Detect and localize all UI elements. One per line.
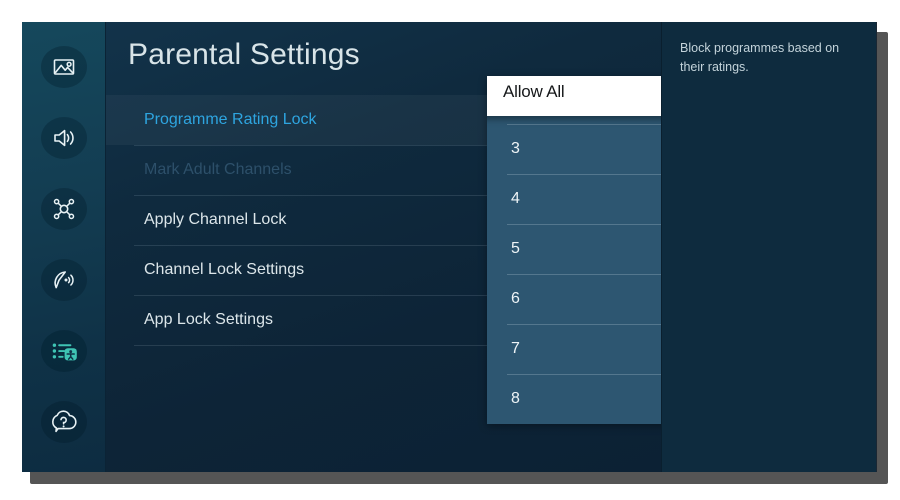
dropdown-selected-label: Allow All (503, 82, 565, 101)
sidebar-item-picture[interactable] (40, 46, 87, 88)
dropdown-option[interactable]: 5 (487, 224, 661, 274)
dropdown-option[interactable]: 7 (487, 324, 661, 374)
menu-item-label: App Lock Settings (144, 311, 273, 328)
dropdown-option-label: 3 (511, 140, 520, 157)
description-text: Block programmes based on their ratings. (680, 41, 840, 74)
dropdown-option-label: 7 (511, 340, 520, 357)
sound-icon (51, 125, 77, 151)
dropdown-option-label: 5 (511, 240, 520, 257)
connection-icon (51, 196, 77, 222)
support-icon (50, 409, 77, 435)
page-title: Parental Settings (128, 38, 360, 71)
broadcasting-icon (51, 267, 77, 293)
dropdown-option[interactable]: 6 (487, 274, 661, 324)
dropdown-selected-option[interactable]: Allow All (487, 76, 661, 116)
dropdown-option-label: 4 (511, 190, 520, 207)
picture-icon (51, 54, 77, 80)
dropdown-option[interactable]: 3 (487, 124, 661, 174)
sidebar-item-support[interactable] (40, 401, 87, 443)
dropdown-option-label: 6 (511, 290, 520, 307)
menu-item-label: Channel Lock Settings (144, 261, 305, 278)
menu-item-label: Apply Channel Lock (144, 211, 287, 228)
dropdown-option-list: 3 4 5 6 7 8 (487, 98, 661, 424)
dropdown-option[interactable]: 4 (487, 174, 661, 224)
sidebar-item-sound[interactable] (40, 117, 87, 159)
sidebar-item-general-privacy[interactable] (40, 330, 87, 372)
general-privacy-icon (50, 338, 78, 364)
menu-item-label: Mark Adult Channels (144, 161, 292, 178)
settings-main-column: Parental Settings Programme Rating Lock … (106, 22, 661, 472)
settings-panel: Parental Settings Programme Rating Lock … (22, 22, 877, 472)
tv-settings-screenshot: Parental Settings Programme Rating Lock … (0, 0, 900, 500)
settings-sidebar (22, 22, 106, 472)
description-pane: Block programmes based on their ratings. (661, 22, 876, 472)
rating-dropdown[interactable]: Allow All 3 4 5 6 7 8 (487, 76, 661, 424)
sidebar-item-broadcasting[interactable] (40, 259, 87, 301)
dropdown-bottom-fade (487, 414, 661, 424)
dropdown-option-label: 8 (511, 390, 520, 407)
sidebar-item-connection[interactable] (40, 188, 87, 230)
menu-item-label: Programme Rating Lock (144, 111, 317, 128)
